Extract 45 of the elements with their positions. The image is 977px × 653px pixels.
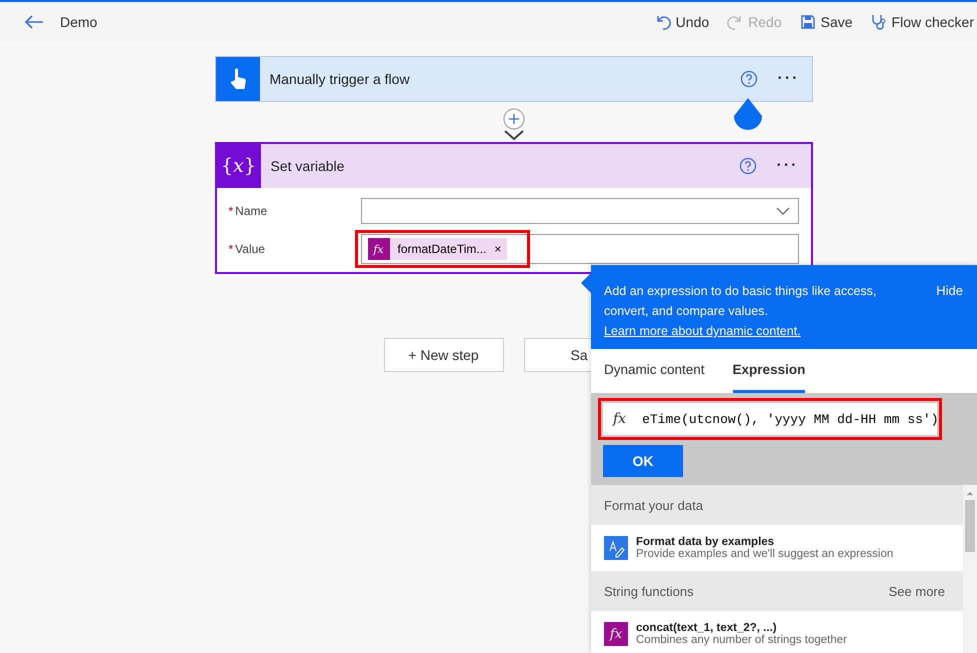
field-label: * Value [228, 242, 266, 256]
scroll-thumb[interactable] [965, 500, 975, 552]
help-icon[interactable] [740, 70, 758, 88]
more-button[interactable]: ··· [770, 156, 804, 176]
list-item[interactable]: fx concat(text_1, text_2?, ...) Combines any number of strings together [591, 611, 963, 653]
step-button[interactable]: + New step [384, 338, 504, 372]
name-dropdown[interactable] [360, 198, 798, 224]
item-title: Format data by examples [636, 536, 776, 548]
scroll-up-icon[interactable] [966, 491, 974, 496]
fx-icon: fx [368, 238, 390, 260]
field-label: * Name [228, 204, 268, 218]
expression-token[interactable]: fx formatDateTim... × [368, 238, 508, 260]
intro-text: Add an expression to do basic things like access, convert, and compare values. Learn more about dynamic content. [604, 283, 878, 340]
variable-icon: {𝑥} [221, 155, 256, 177]
section-title: String functions [604, 584, 694, 598]
flow-title: Demo [60, 14, 98, 30]
item-title: concat(text_1, text_2?, ...) [636, 622, 778, 634]
trigger-card[interactable]: Manually trigger a flow ··· [214, 56, 812, 102]
toolbar-button[interactable]: Flow checker [868, 14, 977, 30]
redo-icon [727, 14, 744, 30]
learn-more-link[interactable]: Learn more about dynamic content. [604, 324, 801, 338]
toolbar-button[interactable]: Save [796, 14, 856, 30]
card-title: Manually trigger a flow [270, 71, 411, 87]
see-more-link[interactable]: See more [888, 584, 945, 598]
fx-icon: fx [613, 411, 626, 427]
section-title: Format your data [604, 498, 703, 512]
item-description: Combines any number of strings together [636, 634, 847, 646]
format-icon [604, 536, 628, 560]
ok-button[interactable]: OK [603, 445, 683, 477]
undo-icon [654, 14, 671, 30]
scrollbar[interactable] [963, 485, 977, 653]
fx-icon: fx [604, 622, 628, 646]
add-step-icon[interactable] [502, 108, 524, 130]
remove-icon[interactable]: × [494, 242, 502, 256]
stethoscope-icon [870, 14, 887, 30]
back-arrow-icon[interactable] [24, 14, 44, 30]
save-icon [800, 14, 816, 30]
card-title: Set variable [270, 158, 346, 174]
help-icon[interactable] [738, 157, 757, 175]
item-description: Provide examples and we'll suggest an expression [636, 548, 894, 560]
action-card[interactable]: {𝑥} Set variable ··· * Name * Value fx formatDateTim... × [214, 142, 812, 274]
chevron-down-icon [776, 207, 790, 215]
hide-button[interactable]: Hide [936, 281, 963, 300]
more-button[interactable]: ··· [772, 69, 806, 89]
toolbar-button[interactable]: Undo [652, 14, 712, 30]
